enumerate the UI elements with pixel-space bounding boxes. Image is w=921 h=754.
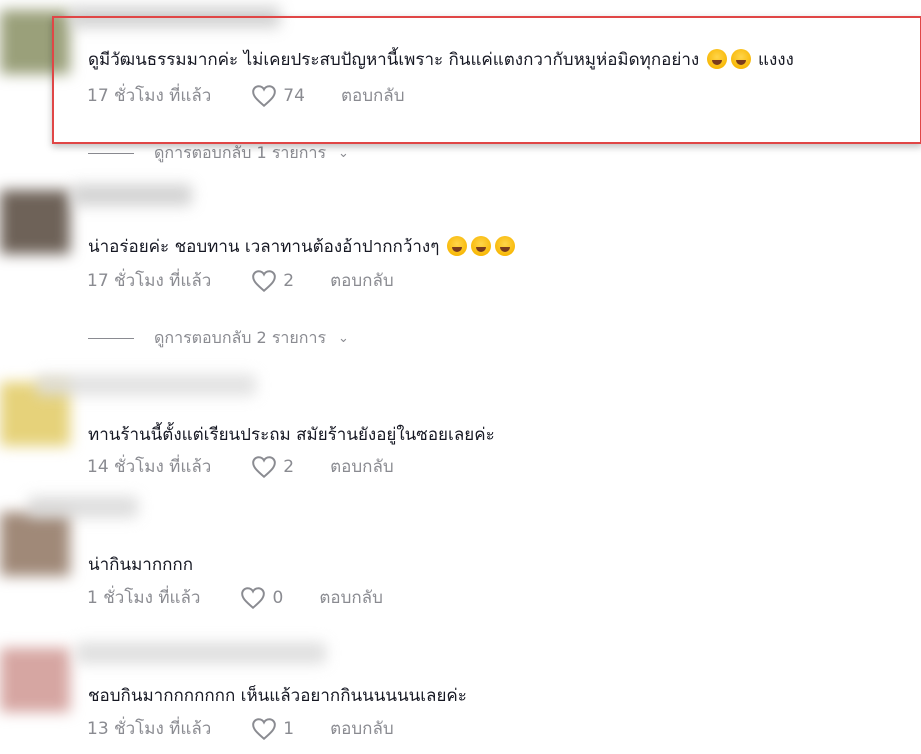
- comment-item: น่ากินมากกกก 1 ชั่วโมง ที่แล้ว 0 ตอบกลับ: [0, 492, 921, 612]
- comment-item: น่าอร่อยค่ะ ชอบทาน เวลาทานต้องอ้าปากกว้า…: [0, 180, 921, 300]
- reply-button[interactable]: ตอบกลับ: [330, 453, 394, 480]
- heart-outline-icon: [252, 269, 277, 292]
- comment-text: ชอบกินมากกกกกกก เห็นแล้วอยากกินนนนนนเลยค…: [88, 685, 467, 707]
- chevron-down-icon: ⌄: [338, 331, 349, 346]
- username-blurred[interactable]: [70, 6, 280, 28]
- username-blurred[interactable]: [28, 496, 138, 518]
- comment-text-body: ทานร้านนี้ตั้งแต่เรียนประถม สมัยร้านยังอ…: [88, 425, 495, 445]
- heart-outline-icon: [241, 586, 266, 609]
- username-blurred[interactable]: [36, 374, 256, 396]
- comment-meta: 17 ชั่วโมง ที่แล้ว 2 ตอบกลับ: [87, 267, 394, 294]
- avatar[interactable]: [0, 648, 70, 712]
- comment-text-tail: แงงง: [757, 50, 794, 70]
- comment-meta: 13 ชั่วโมง ที่แล้ว 1 ตอบกลับ: [87, 715, 394, 742]
- chevron-down-icon: ⌄: [338, 146, 349, 161]
- like-button[interactable]: 74: [251, 84, 305, 108]
- comment-item: ชอบกินมากกกกกกก เห็นแล้วอยากกินนนนนนเลยค…: [0, 628, 921, 754]
- avatar[interactable]: [0, 512, 70, 576]
- reply-button[interactable]: ตอบกลับ: [330, 267, 394, 294]
- laughing-emoji-icon: [494, 236, 515, 256]
- laughing-emoji-icon: [730, 49, 751, 69]
- comment-item: ดูมีวัฒนธรรมมากค่ะ ไม่เคยประสบปัญหานี้เพ…: [0, 0, 921, 140]
- laughing-emoji-icon: [446, 236, 467, 256]
- like-count: 2: [283, 270, 295, 291]
- comment-meta: 17 ชั่วโมง ที่แล้ว 74 ตอบกลับ: [87, 82, 404, 109]
- username-blurred[interactable]: [72, 184, 192, 206]
- laughing-emoji-icon: [706, 49, 727, 69]
- heart-outline-icon: [252, 717, 277, 740]
- like-count: 0: [272, 587, 284, 608]
- comment-time: 13 ชั่วโมง ที่แล้ว: [87, 719, 212, 739]
- comment-text: น่ากินมากกกก: [88, 554, 193, 576]
- comment-text: น่าอร่อยค่ะ ชอบทาน เวลาทานต้องอ้าปากกว้า…: [88, 236, 517, 258]
- heart-outline-icon: [252, 84, 277, 107]
- divider-line: [88, 153, 134, 154]
- comment-text-body: ชอบกินมากกกกกกก เห็นแล้วอยากกินนนนนนเลยค…: [88, 686, 467, 706]
- view-replies-label: ดูการตอบกลับ 1 รายการ: [154, 143, 327, 162]
- like-button[interactable]: 2: [251, 269, 294, 293]
- comment-time: 17 ชั่วโมง ที่แล้ว: [87, 86, 212, 106]
- view-replies-button[interactable]: ดูการตอบกลับ 1 รายการ ⌄: [88, 141, 349, 166]
- comment-time: 1 ชั่วโมง ที่แล้ว: [87, 588, 201, 608]
- comment-text: ดูมีวัฒนธรรมมากค่ะ ไม่เคยประสบปัญหานี้เพ…: [88, 49, 794, 71]
- view-replies-button[interactable]: ดูการตอบกลับ 2 รายการ ⌄: [88, 326, 349, 351]
- comment-text-body: ดูมีวัฒนธรรมมากค่ะ ไม่เคยประสบปัญหานี้เพ…: [88, 50, 700, 70]
- avatar[interactable]: [0, 10, 70, 74]
- comment-meta: 14 ชั่วโมง ที่แล้ว 2 ตอบกลับ: [87, 453, 394, 480]
- like-button[interactable]: 1: [251, 717, 294, 741]
- comment-text-body: น่าอร่อยค่ะ ชอบทาน เวลาทานต้องอ้าปากกว้า…: [88, 237, 440, 257]
- like-count: 2: [283, 456, 295, 477]
- avatar[interactable]: [0, 190, 70, 254]
- like-button[interactable]: 2: [251, 455, 294, 479]
- like-button[interactable]: 0: [240, 586, 283, 610]
- reply-button[interactable]: ตอบกลับ: [319, 584, 383, 611]
- comment-time: 17 ชั่วโมง ที่แล้ว: [87, 271, 212, 291]
- comment-time: 14 ชั่วโมง ที่แล้ว: [87, 457, 212, 477]
- comment-item: ทานร้านนี้ตั้งแต่เรียนประถม สมัยร้านยังอ…: [0, 368, 921, 488]
- comment-text-body: น่ากินมากกกก: [88, 555, 194, 575]
- reply-button[interactable]: ตอบกลับ: [341, 82, 405, 109]
- like-count: 1: [283, 718, 295, 739]
- comment-meta: 1 ชั่วโมง ที่แล้ว 0 ตอบกลับ: [87, 584, 383, 611]
- heart-outline-icon: [252, 455, 277, 478]
- reply-button[interactable]: ตอบกลับ: [330, 715, 394, 742]
- username-blurred[interactable]: [76, 642, 326, 664]
- view-replies-label: ดูการตอบกลับ 2 รายการ: [154, 328, 327, 347]
- comment-text: ทานร้านนี้ตั้งแต่เรียนประถม สมัยร้านยังอ…: [88, 424, 495, 446]
- like-count: 74: [283, 85, 305, 106]
- divider-line: [88, 338, 134, 339]
- laughing-emoji-icon: [470, 236, 491, 256]
